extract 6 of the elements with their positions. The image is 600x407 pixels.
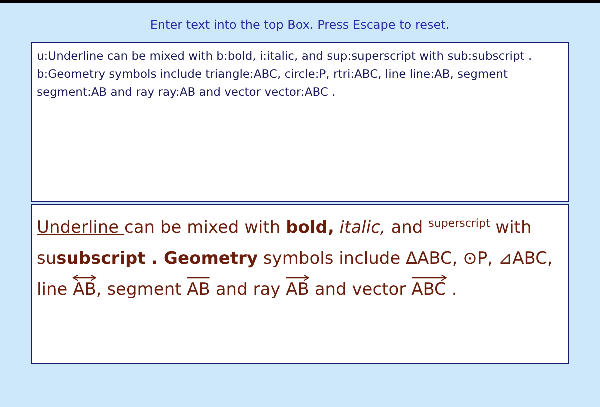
formatted-text: Underline can be mixed with bold, italic, and $^{superscript}$ with susubscript . Geometry symbols include ∆ABC, ⊙P, ⊿ABC, line AB, segment AB and ray AB and vector ABC . [37,216,554,302]
instruction-text: Enter text into the top Box. Press Escape to reset. [150,17,450,34]
input-field[interactable]: u:Underline can be mixed with b:bold, i:italic, and sup:superscript with sub:subscript . b:Geometry symbols include triangle:ABC, circle:P, rtri:ABC, line line:AB, segment segment:AB and ray ray:AB and vector vector:ABC . [31,42,569,202]
overline-arrow-icon [286,274,310,282]
overline-arrow-icon [412,274,446,282]
overline-arrow-icon [73,274,96,282]
